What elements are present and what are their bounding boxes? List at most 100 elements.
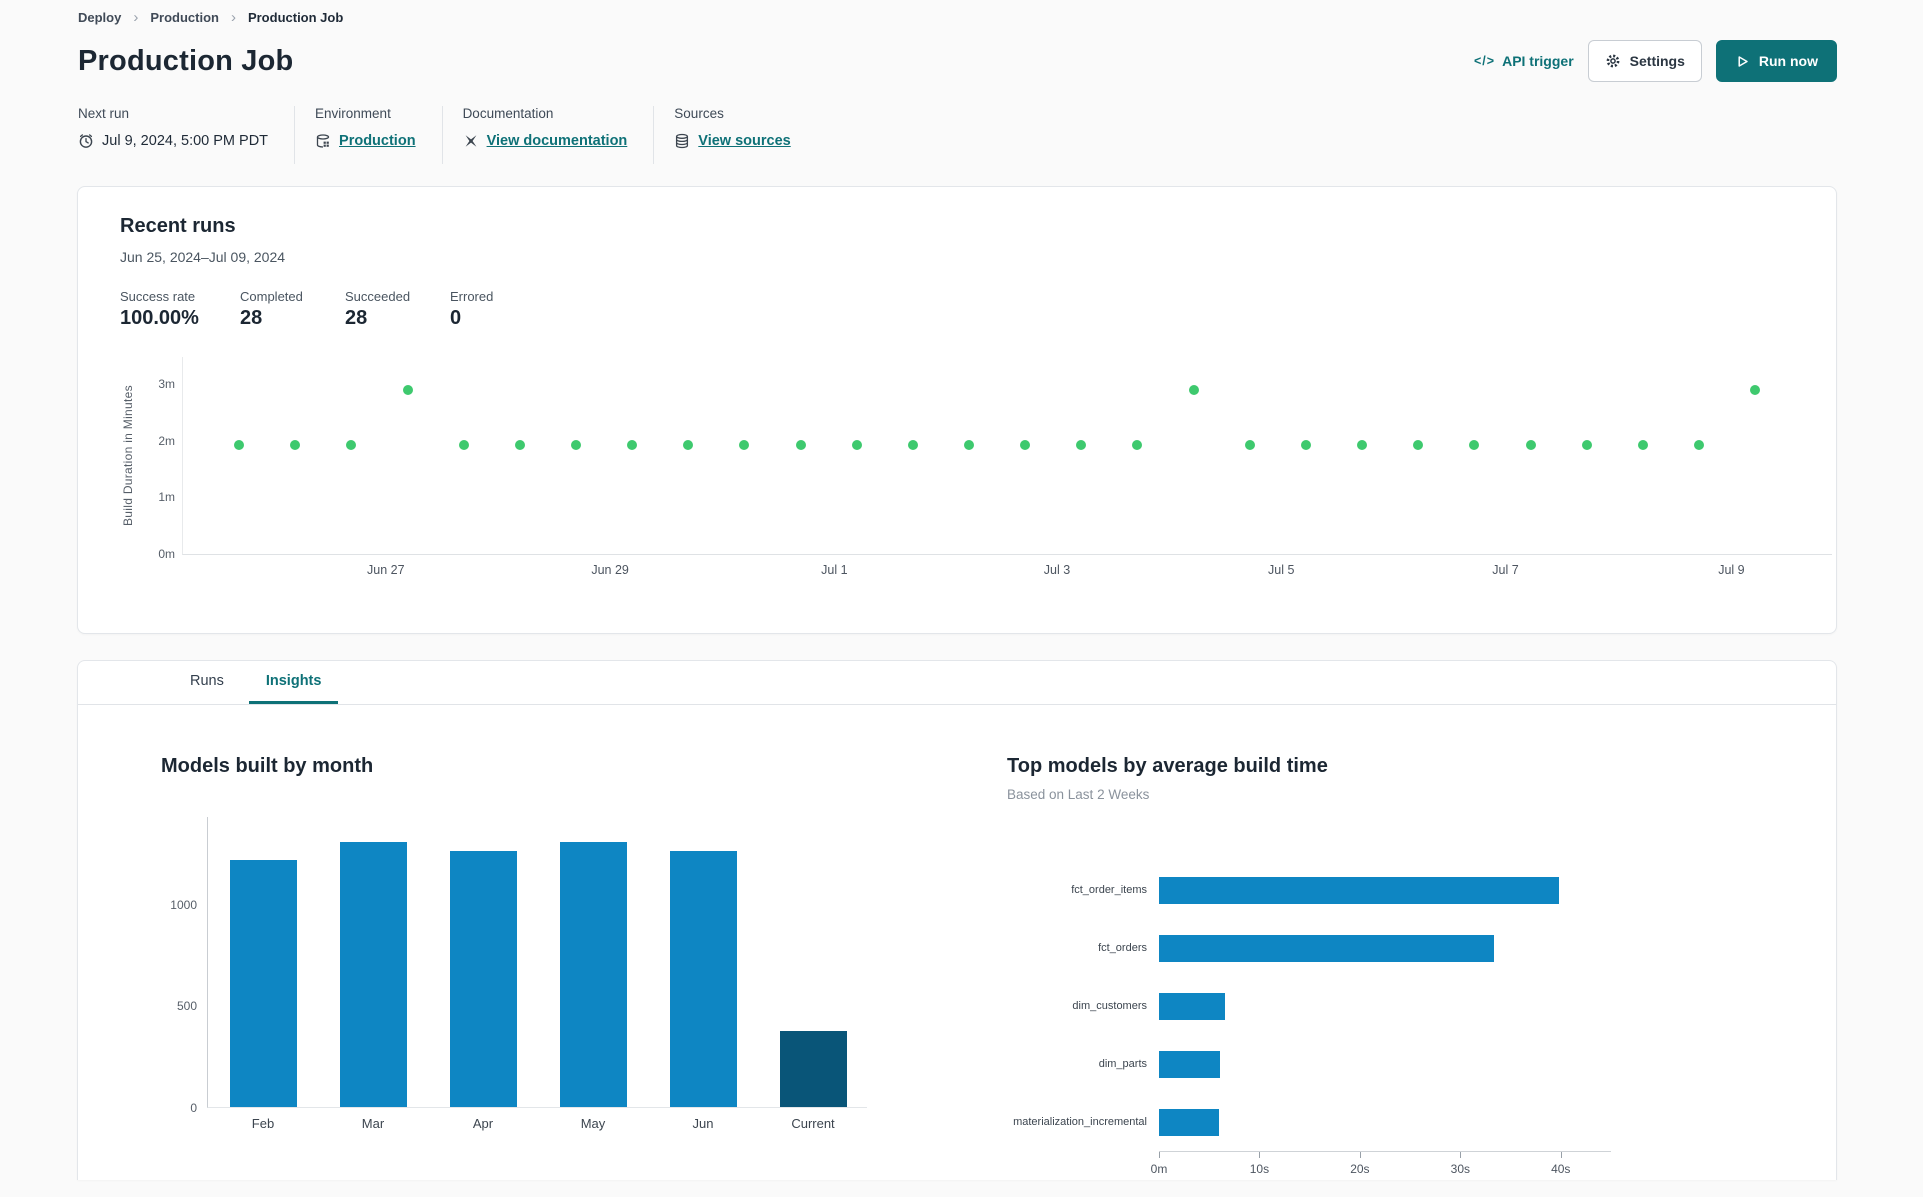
recent-runs-date-range: Jun 25, 2024–Jul 09, 2024 — [120, 249, 286, 265]
scatter-x-tick: Jun 27 — [367, 563, 405, 577]
x-axis-tick-mark — [1460, 1152, 1462, 1158]
tab-insights[interactable]: Insights — [248, 661, 339, 704]
run-duration-dot — [1525, 439, 1536, 450]
run-duration-dot — [683, 439, 694, 450]
month-chart-plot-area: Feb Mar Apr May Jun Current — [207, 817, 867, 1131]
month-x-label: Feb — [251, 1116, 275, 1131]
x-axis-tick-label: 40s — [1551, 1162, 1571, 1176]
run-duration-dot — [851, 439, 862, 450]
run-duration-dot — [1469, 439, 1480, 450]
top-models-chart: fct_order_items fct_orders dim_customers di… — [1007, 861, 1667, 1181]
stat-label: Success rate — [120, 289, 196, 304]
run-duration-dot — [570, 439, 581, 450]
month-chart-y-axis: 0 500 1000 — [161, 817, 207, 1115]
scatter-x-tick: Jul 1 — [821, 563, 848, 577]
scatter-x-tick: Jul 9 — [1718, 563, 1745, 577]
stat-completed: Completed 28 — [240, 289, 345, 333]
stat-success-rate: Success rate 100.00% — [120, 289, 240, 333]
x-axis-tick-mark — [1259, 1152, 1261, 1158]
run-duration-dot — [514, 439, 525, 450]
run-duration-dot — [1188, 384, 1199, 395]
play-icon — [1735, 54, 1750, 69]
api-trigger-link[interactable]: </> API trigger — [1474, 53, 1574, 69]
run-duration-dot — [964, 439, 975, 450]
stat-value: 0 — [450, 307, 462, 329]
stat-value: 28 — [345, 307, 368, 329]
view-sources-link[interactable]: View sources — [698, 133, 790, 149]
recent-runs-title: Recent runs — [120, 215, 236, 237]
month-bar-mar — [339, 842, 407, 1107]
gear-icon — [1605, 53, 1621, 69]
page-header: Production Job </> API trigger Settings — [78, 38, 1837, 84]
info-label: Environment — [315, 106, 391, 121]
month-bar-jun — [669, 850, 737, 1107]
run-duration-dot — [1637, 439, 1648, 450]
top-model-track — [1159, 992, 1667, 1020]
top-models-title: Top models by average build time — [1007, 755, 1328, 777]
x-axis-tick-label: 20s — [1350, 1162, 1370, 1176]
top-bar: Deploy › Production › Production Job Pro… — [0, 0, 1923, 164]
run-duration-dot — [1020, 439, 1031, 450]
header-actions: </> API trigger Settings Run now — [1474, 40, 1837, 82]
x-axis-tick-label: 10s — [1249, 1162, 1270, 1176]
top-model-row: materialization_incremental — [1007, 1093, 1667, 1151]
scatter-plot-area: 0m 1m 2m 3m Jun 27 Jun 29 Jul 1 Jul 3 Jul 5 Jul 7… — [158, 357, 1832, 577]
top-model-bar-materialization_incremental — [1159, 1108, 1220, 1136]
scatter-y-tick: 0m — [158, 547, 175, 561]
breadcrumb: Deploy › Production › Production Job — [78, 8, 1837, 26]
top-models-x-axis: 0m 10s 20s 30s 40s — [1151, 1151, 1611, 1181]
run-duration-dot — [795, 439, 806, 450]
scatter-y-tick: 2m — [158, 433, 175, 448]
scatter-x-tick: Jul 5 — [1268, 563, 1295, 577]
settings-button[interactable]: Settings — [1587, 40, 1702, 82]
models-built-title: Models built by month — [161, 755, 374, 777]
scatter-y-axis-title: Build Duration in Minutes — [121, 385, 135, 527]
tab-runs[interactable]: Runs — [173, 661, 241, 704]
breadcrumb-production[interactable]: Production — [150, 10, 219, 25]
stat-label: Errored — [450, 289, 494, 304]
scatter-y-tick: 1m — [158, 490, 175, 505]
view-documentation-link[interactable]: View documentation — [487, 133, 628, 149]
models-built-chart: 0 500 1000 Feb Mar Apr May Jun Current — [161, 817, 901, 1131]
top-model-bar-dim_parts — [1159, 1050, 1221, 1078]
settings-label: Settings — [1629, 53, 1685, 69]
month-chart-y-tick: 1000 — [170, 897, 197, 912]
top-models-subtitle: Based on Last 2 Weeks — [1007, 787, 1150, 802]
breadcrumb-current: Production Job — [247, 9, 344, 25]
month-chart-y-tick: 0 — [190, 1101, 197, 1115]
scatter-x-tick: Jul 7 — [1492, 563, 1519, 577]
environment-link[interactable]: Production — [339, 133, 416, 149]
run-duration-dot — [458, 439, 469, 450]
job-info-row: Next run Jul 9, 2024, 5:00 PM PDT Enviro… — [78, 106, 1837, 164]
run-duration-dot — [1581, 439, 1592, 450]
x-axis-tick-mark — [1560, 1152, 1562, 1158]
run-duration-dot — [907, 439, 918, 450]
run-duration-dot — [402, 384, 413, 395]
month-bar-may — [559, 842, 627, 1107]
stat-label: Succeeded — [345, 289, 411, 304]
top-model-track — [1159, 1108, 1667, 1136]
stat-succeeded: Succeeded 28 — [345, 289, 450, 333]
top-model-track — [1159, 1050, 1667, 1078]
info-next-run: Next run Jul 9, 2024, 5:00 PM PDT — [78, 106, 294, 164]
run-duration-dot — [1300, 439, 1311, 450]
run-now-button[interactable]: Run now — [1715, 40, 1837, 82]
top-model-track — [1159, 934, 1667, 962]
run-duration-dot — [1357, 439, 1368, 450]
run-duration-dot — [290, 439, 301, 450]
stat-value: 28 — [240, 307, 263, 329]
run-duration-dot — [1693, 439, 1704, 450]
top-model-label: dim_customers — [1072, 1000, 1147, 1012]
insights-panel: Models built by month 0 500 1000 Feb Mar Apr… — [78, 705, 1836, 1181]
tab-bar: Runs Insights — [78, 661, 1836, 705]
month-x-label: Mar — [361, 1116, 385, 1131]
top-model-row: dim_customers — [1007, 977, 1667, 1035]
code-icon: </> — [1474, 54, 1496, 68]
database-icon — [674, 133, 690, 149]
docs-icon — [463, 133, 479, 149]
stat-errored: Errored 0 — [450, 289, 555, 333]
x-axis-tick-mark — [1159, 1152, 1160, 1158]
stat-label: Completed — [240, 289, 303, 304]
api-trigger-label: API trigger — [1502, 53, 1574, 69]
breadcrumb-deploy[interactable]: Deploy — [78, 10, 121, 25]
